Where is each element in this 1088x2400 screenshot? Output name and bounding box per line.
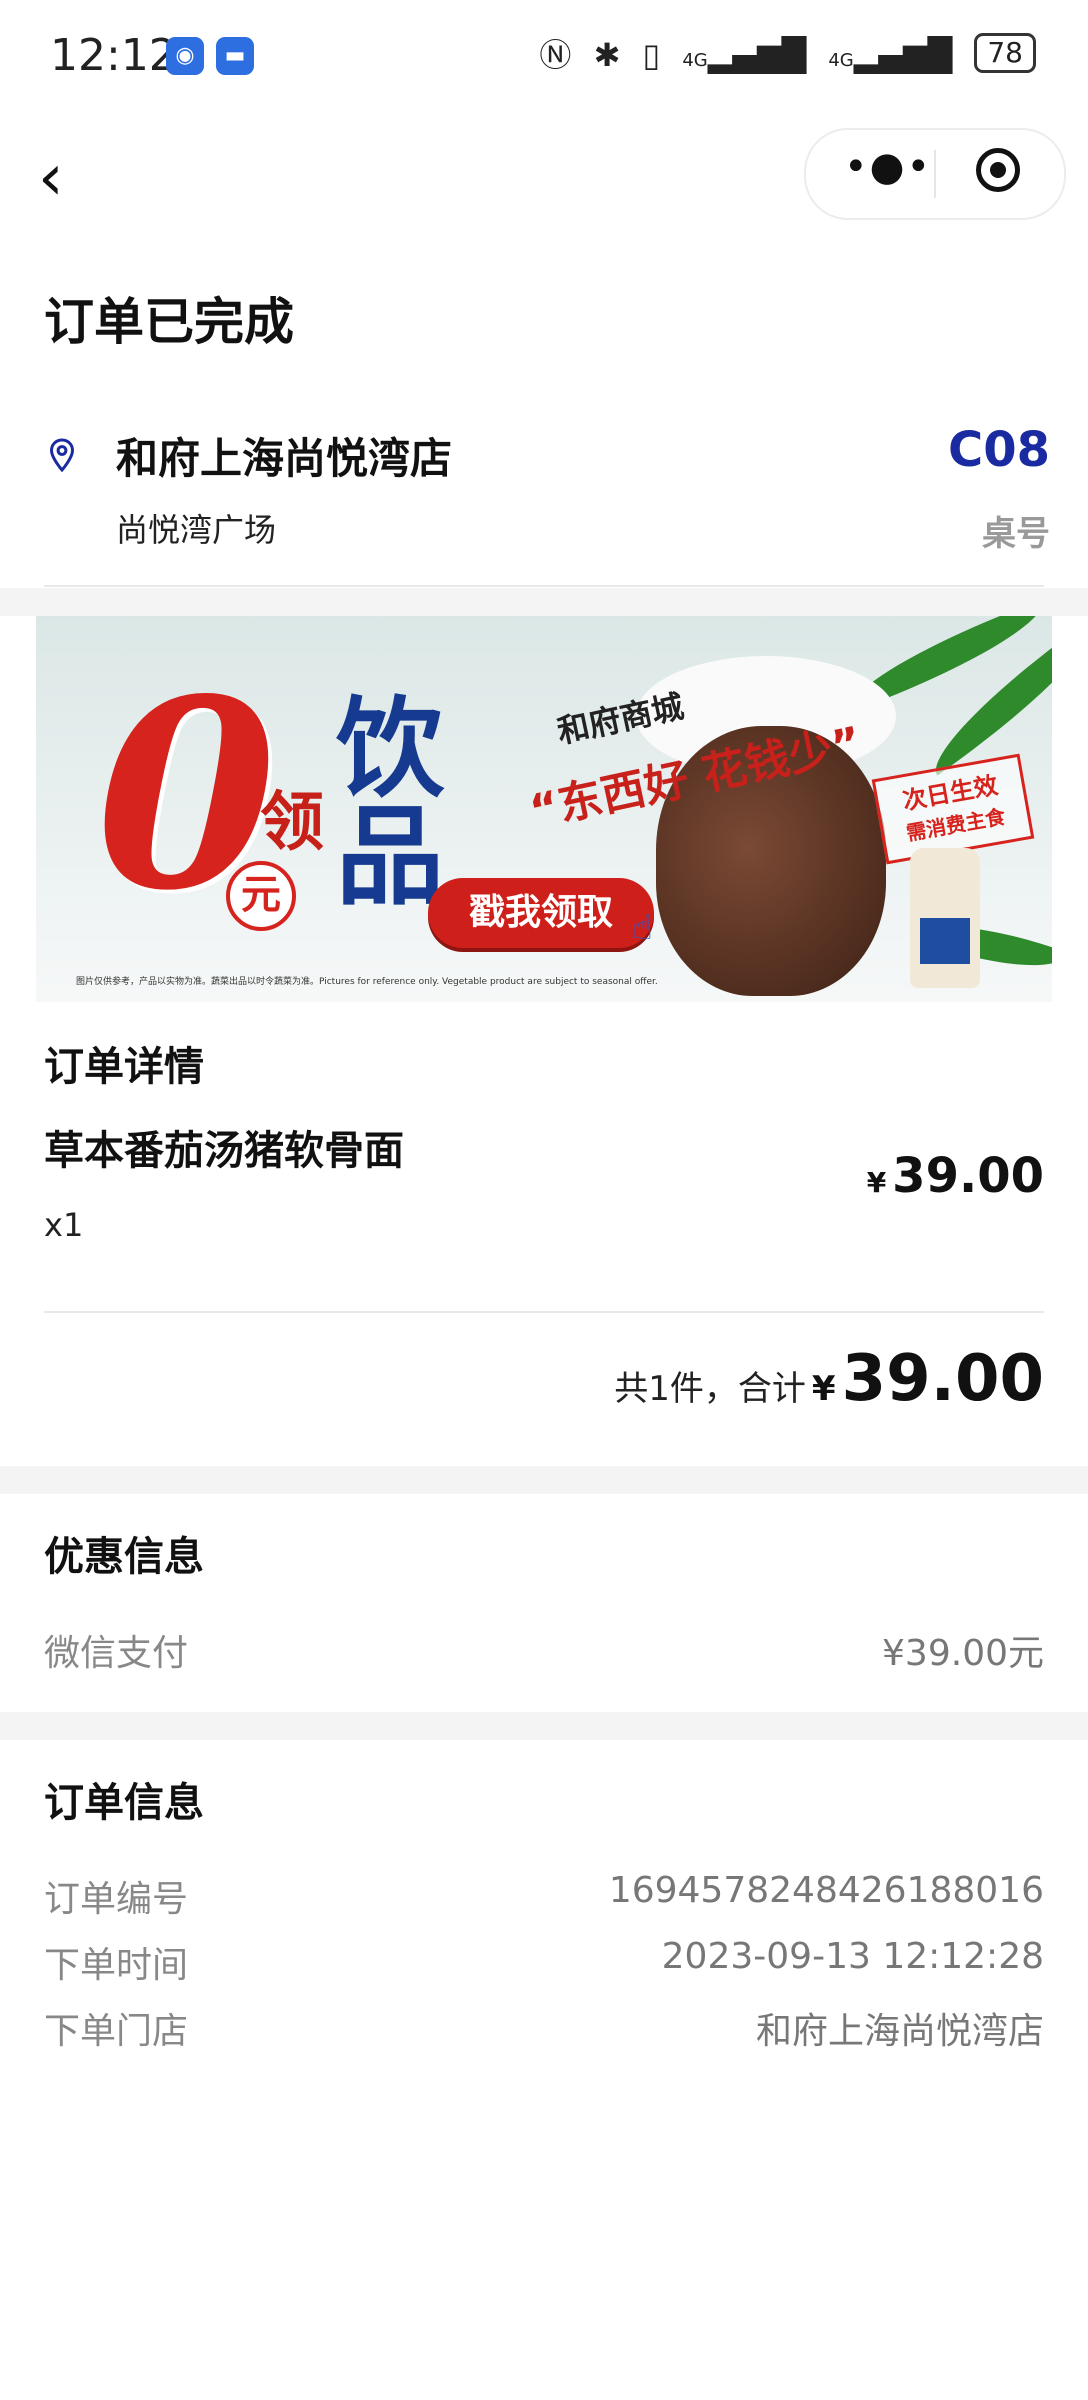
- banner-pin: 品: [336, 794, 445, 920]
- hand-pointer-icon: ☝: [632, 908, 653, 948]
- item-quantity: x1: [44, 1206, 84, 1244]
- table-number: C08: [947, 422, 1050, 478]
- order-number-label: 订单编号: [44, 1879, 189, 1920]
- location-pin-icon: [49, 438, 75, 473]
- currency-symbol: ¥: [866, 1166, 887, 1199]
- order-store-value: 和府上海尚悦湾店: [755, 2011, 1044, 2052]
- drink-bottle-image: [910, 848, 980, 988]
- discount-info-title: 优惠信息: [44, 1534, 204, 1580]
- mini-program-capsule: •●•: [804, 128, 1066, 220]
- banner-ling: 领: [260, 786, 324, 860]
- section-gap: [0, 1712, 1088, 1740]
- table-number-label: 桌号: [982, 514, 1050, 554]
- store-location: 尚悦湾广场: [116, 511, 277, 549]
- status-bar: 12:12 ◉ ▬ Ⓝ ✱ ▯ 4G▂▄▆█ 4G▂▄▆█ 78: [0, 0, 1088, 112]
- status-time: 12:12: [50, 30, 177, 81]
- payment-method-label: 微信支付: [44, 1633, 189, 1674]
- capsule-divider: [934, 150, 936, 198]
- section-gap: [0, 588, 1088, 616]
- order-time-value: 2023-09-13 12:12:28: [661, 1936, 1044, 1977]
- payment-amount: ¥39.00元: [882, 1633, 1044, 1674]
- order-time-label: 下单时间: [44, 1945, 189, 1986]
- bottle-label: [920, 918, 970, 964]
- signal-icon: 4G▂▄▆█: [828, 36, 953, 74]
- promo-banner[interactable]: 0 领 元 饮 品 和府商城 “东西好 花钱少” 戳我领取 ☝ 次日生效 需消费…: [36, 616, 1052, 1002]
- order-info-title: 订单信息: [44, 1780, 204, 1826]
- order-store-label: 下单门店: [44, 2011, 189, 2052]
- battery-icon: 78: [974, 33, 1036, 73]
- vibrate-icon: ▯: [642, 36, 661, 74]
- order-detail-title: 订单详情: [44, 1044, 204, 1090]
- section-gap: [0, 1466, 1088, 1494]
- status-icons: Ⓝ ✱ ▯ 4G▂▄▆█ 4G▂▄▆█ 78: [527, 30, 1036, 77]
- back-button[interactable]: ‹: [38, 146, 64, 210]
- more-options-icon[interactable]: •●•: [844, 144, 932, 190]
- total-amount: 39.00: [841, 1342, 1044, 1416]
- item-name: 草本番茄汤猪软骨面: [44, 1128, 404, 1174]
- banner-yuan: 元: [226, 861, 296, 931]
- item-price: ¥39.00: [867, 1148, 1044, 1204]
- order-number-value: 1694578248426188016: [608, 1870, 1044, 1911]
- currency-symbol: ¥: [811, 1369, 836, 1409]
- battery-level: 78: [987, 36, 1023, 69]
- page-title: 订单已完成: [44, 293, 294, 351]
- message-app-icon: ▬: [216, 37, 254, 75]
- item-price-value: 39.00: [892, 1148, 1044, 1204]
- nfc-icon: Ⓝ: [539, 36, 572, 74]
- order-total: 共1件，合计 ¥39.00: [614, 1342, 1044, 1416]
- divider: [44, 585, 1044, 587]
- notification-app-icon: ◉: [166, 37, 204, 75]
- banner-yin: 饮: [336, 686, 445, 812]
- signal-icon: 4G▂▄▆█: [682, 36, 807, 74]
- claim-coupon-button[interactable]: 戳我领取: [428, 878, 654, 948]
- bluetooth-icon: ✱: [593, 36, 621, 74]
- close-mini-program-icon[interactable]: [976, 148, 1020, 192]
- total-label: 共1件，合计: [614, 1369, 806, 1409]
- store-name: 和府上海尚悦湾店: [116, 434, 453, 483]
- divider: [44, 1311, 1044, 1313]
- banner-disclaimer: 图片仅供参考，产品以实物为准。蔬菜出品以时令蔬菜为准。Pictures for …: [76, 977, 658, 987]
